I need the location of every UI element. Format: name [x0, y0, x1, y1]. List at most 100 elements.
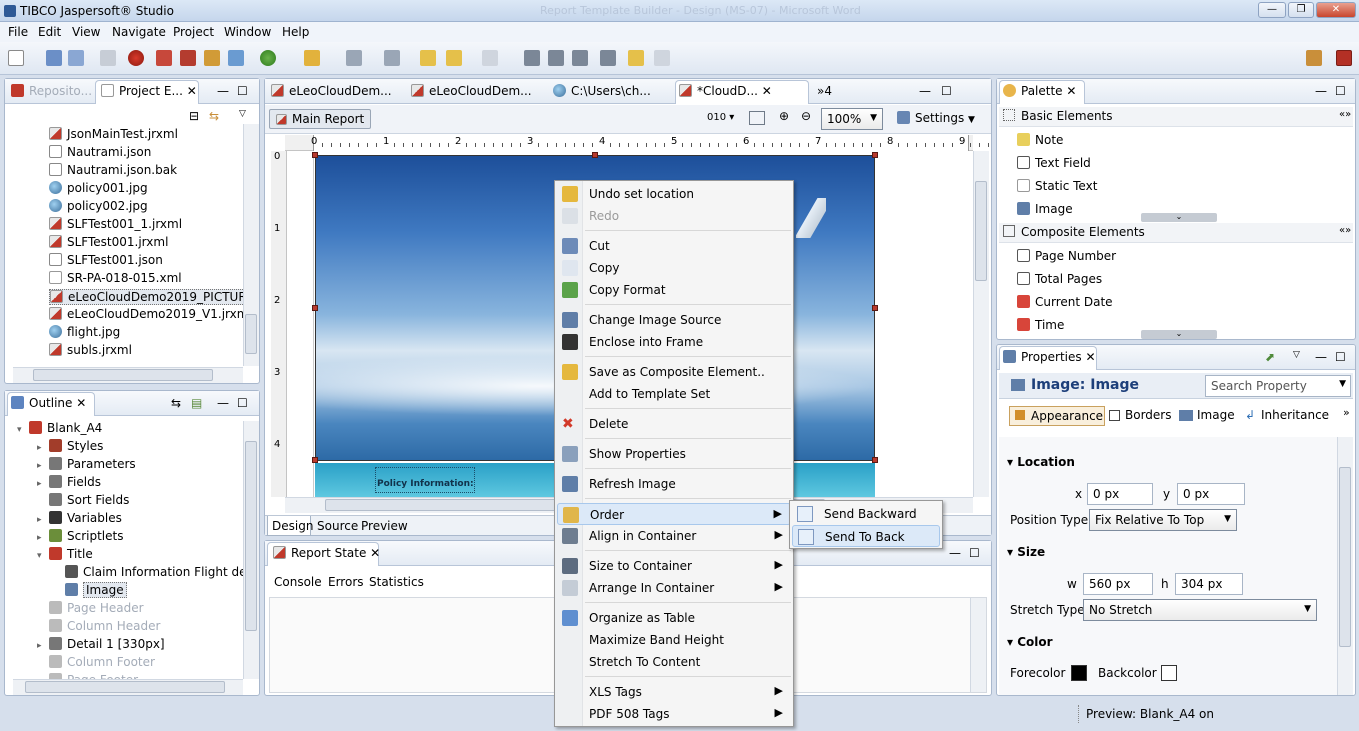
- menu-item-maximize-band-height[interactable]: Maximize Band Height: [557, 629, 791, 651]
- size-icon[interactable]: [600, 50, 616, 66]
- expander-icon[interactable]: ▸: [37, 533, 49, 543]
- menu-item-show-properties[interactable]: Show Properties: [557, 443, 791, 465]
- distribute-icon[interactable]: [572, 50, 588, 66]
- subtab-statistics[interactable]: Statistics: [369, 575, 424, 589]
- search-property-input[interactable]: Search Property ▼: [1205, 375, 1351, 397]
- maximize-icon[interactable]: ☐: [237, 84, 248, 98]
- outline-item[interactable]: ▾ Blank_A4: [17, 421, 102, 435]
- menu-item-stretch-to-content[interactable]: Stretch To Content: [557, 651, 791, 673]
- outline-item[interactable]: ▸ Detail 1 [330px]: [37, 637, 165, 651]
- x-input[interactable]: 0 px: [1087, 483, 1153, 505]
- expander-icon[interactable]: ▸: [37, 443, 49, 453]
- debug-icon[interactable]: [128, 50, 144, 66]
- grid-icon[interactable]: [548, 50, 564, 66]
- file-item[interactable]: policy002.jpg: [49, 199, 148, 213]
- tab-inheritance[interactable]: Inheritance: [1261, 408, 1329, 422]
- minimize-icon[interactable]: —: [1315, 350, 1327, 364]
- file-item[interactable]: subls.jrxml: [49, 343, 132, 357]
- view-menu-icon[interactable]: ▽: [239, 109, 246, 119]
- redo-toolbar-icon[interactable]: [654, 50, 670, 66]
- menu-item-xls-tags[interactable]: XLS Tags ▶: [557, 681, 791, 703]
- link-editor-icon[interactable]: ⇆: [209, 109, 219, 123]
- color-section[interactable]: ▾ Color: [1007, 635, 1053, 649]
- menu-item-copy[interactable]: Copy: [557, 257, 791, 279]
- minimize-icon[interactable]: —: [217, 84, 229, 98]
- collapse-icon[interactable]: «»: [1339, 109, 1351, 120]
- subtab-console[interactable]: Console: [274, 575, 322, 589]
- palette-item[interactable]: Note: [1017, 133, 1063, 147]
- menu-item-change-image-source[interactable]: Change Image Source: [557, 309, 791, 331]
- publish-icon[interactable]: [228, 50, 244, 66]
- minimize-icon[interactable]: —: [949, 546, 961, 560]
- report-wizard-icon[interactable]: [156, 50, 172, 66]
- vertical-scrollbar[interactable]: [243, 124, 259, 366]
- minimize-icon[interactable]: —: [919, 84, 931, 98]
- menu-file[interactable]: File: [8, 25, 28, 39]
- y-input[interactable]: 0 px: [1177, 483, 1245, 505]
- subtab-errors[interactable]: Errors: [328, 575, 364, 589]
- menu-item-organize-as-table[interactable]: Organize as Table: [557, 607, 791, 629]
- file-item[interactable]: flight.jpg: [49, 325, 120, 339]
- palette-item[interactable]: Image: [1017, 202, 1073, 216]
- editor-tab-2[interactable]: eLeoCloudDem...: [411, 84, 532, 98]
- maximize-button[interactable]: ❐: [1288, 2, 1314, 18]
- back-arrow-icon[interactable]: [446, 50, 462, 66]
- align-left-icon[interactable]: [346, 50, 362, 66]
- position-type-select[interactable]: Fix Relative To Top ▼: [1089, 509, 1237, 531]
- file-item[interactable]: policy001.jpg: [49, 181, 148, 195]
- stretch-type-select[interactable]: No Stretch ▼: [1083, 599, 1317, 621]
- zoom-in-icon[interactable]: ⊕: [779, 109, 789, 123]
- close-button[interactable]: ✕: [1316, 2, 1356, 18]
- menu-navigate[interactable]: Navigate: [112, 25, 166, 39]
- tab-preview[interactable]: Preview: [361, 519, 408, 533]
- forward-arrow-icon[interactable]: [482, 50, 498, 66]
- settings-button[interactable]: Settings ▼: [897, 111, 975, 125]
- tab-overflow[interactable]: »4: [817, 84, 832, 98]
- pin-icon[interactable]: ⬈: [1265, 350, 1275, 364]
- outline-item[interactable]: ▸ Scriptlets: [37, 529, 123, 543]
- outline-item[interactable]: ▸ Parameters: [37, 457, 136, 471]
- forecolor-swatch[interactable]: [1071, 665, 1087, 681]
- palette-item[interactable]: Total Pages: [1017, 272, 1102, 286]
- menu-item-refresh-image[interactable]: Refresh Image: [557, 473, 791, 495]
- run-icon[interactable]: [260, 50, 276, 66]
- vertical-scrollbar[interactable]: [973, 151, 989, 497]
- view-menu-icon[interactable]: ▽: [1293, 350, 1300, 360]
- send-backward-item[interactable]: Send Backward: [792, 503, 940, 525]
- resize-handle[interactable]: [312, 152, 318, 158]
- file-item[interactable]: SLFTest001.json: [49, 253, 163, 267]
- expander-icon[interactable]: ▸: [37, 515, 49, 525]
- size-section[interactable]: ▾ Size: [1007, 545, 1045, 559]
- menu-item-delete[interactable]: ✖ Delete: [557, 413, 791, 435]
- menu-item-enclose-into-frame[interactable]: Enclose into Frame: [557, 331, 791, 353]
- tool-icon[interactable]: [304, 50, 320, 66]
- new-report-icon[interactable]: [180, 50, 196, 66]
- menu-item-pdf-508-tags[interactable]: PDF 508 Tags ▶: [557, 703, 791, 725]
- palette-item[interactable]: Text Field: [1017, 156, 1091, 170]
- outline-item[interactable]: ▸ Variables: [37, 511, 122, 525]
- maximize-icon[interactable]: ☐: [969, 546, 980, 560]
- outline-item[interactable]: Page Header: [37, 601, 144, 615]
- outline-item[interactable]: Image: [53, 582, 127, 598]
- outline-item[interactable]: Sort Fields: [37, 493, 129, 507]
- menu-edit[interactable]: Edit: [38, 25, 61, 39]
- new-icon[interactable]: [8, 50, 24, 66]
- editor-tab-1[interactable]: eLeoCloudDem...: [271, 84, 392, 98]
- outline-item[interactable]: Claim Information Flight dela: [53, 565, 257, 579]
- outline-item[interactable]: Column Footer: [37, 655, 155, 669]
- file-item[interactable]: eLeoCloudDemo2019_PICTURE.jrxml: [49, 289, 245, 305]
- vertical-scrollbar[interactable]: [243, 421, 259, 679]
- align-top-icon[interactable]: [384, 50, 400, 66]
- editor-tab-3[interactable]: C:\Users\ch...: [553, 84, 651, 98]
- file-item[interactable]: Nautrami.json.bak: [49, 163, 177, 177]
- file-item[interactable]: SLFTest001_1.jrxml: [49, 217, 182, 231]
- dataset-icon[interactable]: 010 ▾: [707, 112, 734, 123]
- resize-handle[interactable]: [872, 152, 878, 158]
- print-icon[interactable]: [100, 50, 116, 66]
- expander-icon[interactable]: ▸: [37, 641, 49, 651]
- outline-item[interactable]: Column Header: [37, 619, 160, 633]
- outline-item[interactable]: ▸ Fields: [37, 475, 101, 489]
- width-input[interactable]: 560 px: [1083, 573, 1153, 595]
- forward-icon[interactable]: [420, 50, 436, 66]
- save-all-icon[interactable]: [68, 50, 84, 66]
